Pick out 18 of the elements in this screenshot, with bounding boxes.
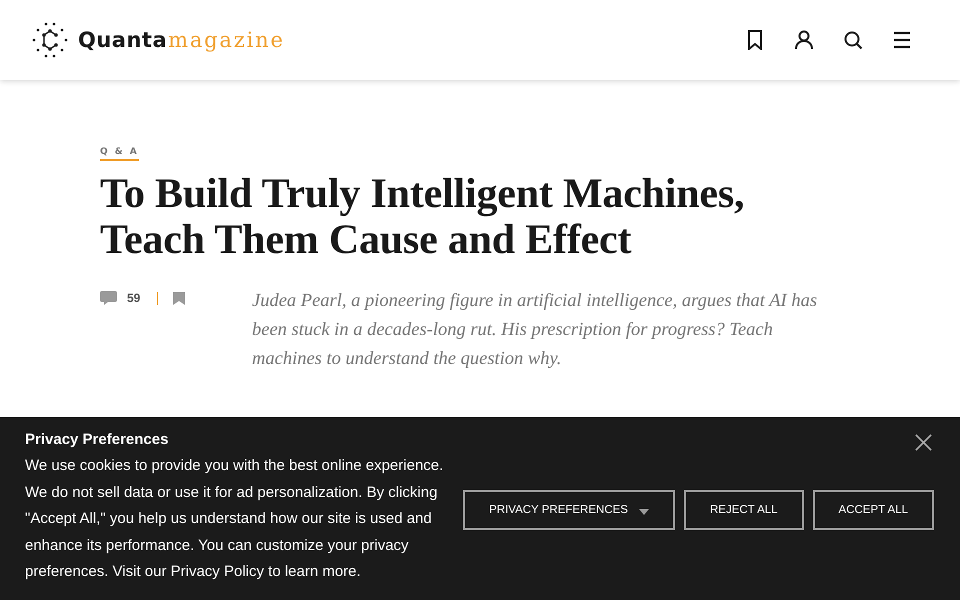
article-summary: Judea Pearl, a pioneering figure in artificial intelligence, argues that AI has been stuck in a decades-long rut. His prescription for progress? Teach machines to understand the question why.: [252, 290, 818, 371]
search-icon[interactable]: [843, 30, 863, 50]
article-title: To Build Truly Intelligent Machines, Teach Them Cause and Effect: [100, 171, 746, 263]
privacy-preferences-dropdown[interactable]: PRIVACY PREFERENCES: [463, 490, 675, 530]
section-tag[interactable]: Q & A: [100, 147, 139, 161]
quanta-magazine-logo[interactable]: Quantamagazine: [32, 22, 285, 58]
user-icon[interactable]: [794, 30, 814, 50]
consent-button[interactable]: ACCEPT ALL: [812, 490, 934, 530]
comments-link[interactable]: 59: [100, 291, 140, 305]
caret-icon: [638, 509, 649, 515]
banner-message: We use cookies to provide you with the best online experience. We do not sell data or use it for ad personalization. By clicking "Accept All," you help us understand how our site is used and enhance its performance. You can customize your privacy preferences. Visit our Privacy Policy to learn more.: [25, 456, 444, 582]
comment-bubble-icon: [100, 291, 117, 305]
banner-title: Privacy Preferences: [25, 431, 170, 449]
logo-network-icon: [32, 22, 68, 58]
menu-icon[interactable]: [892, 30, 912, 50]
bookmark-icon[interactable]: [745, 30, 765, 50]
consent-button[interactable]: REJECT ALL: [684, 490, 804, 530]
close-icon: [914, 433, 933, 452]
